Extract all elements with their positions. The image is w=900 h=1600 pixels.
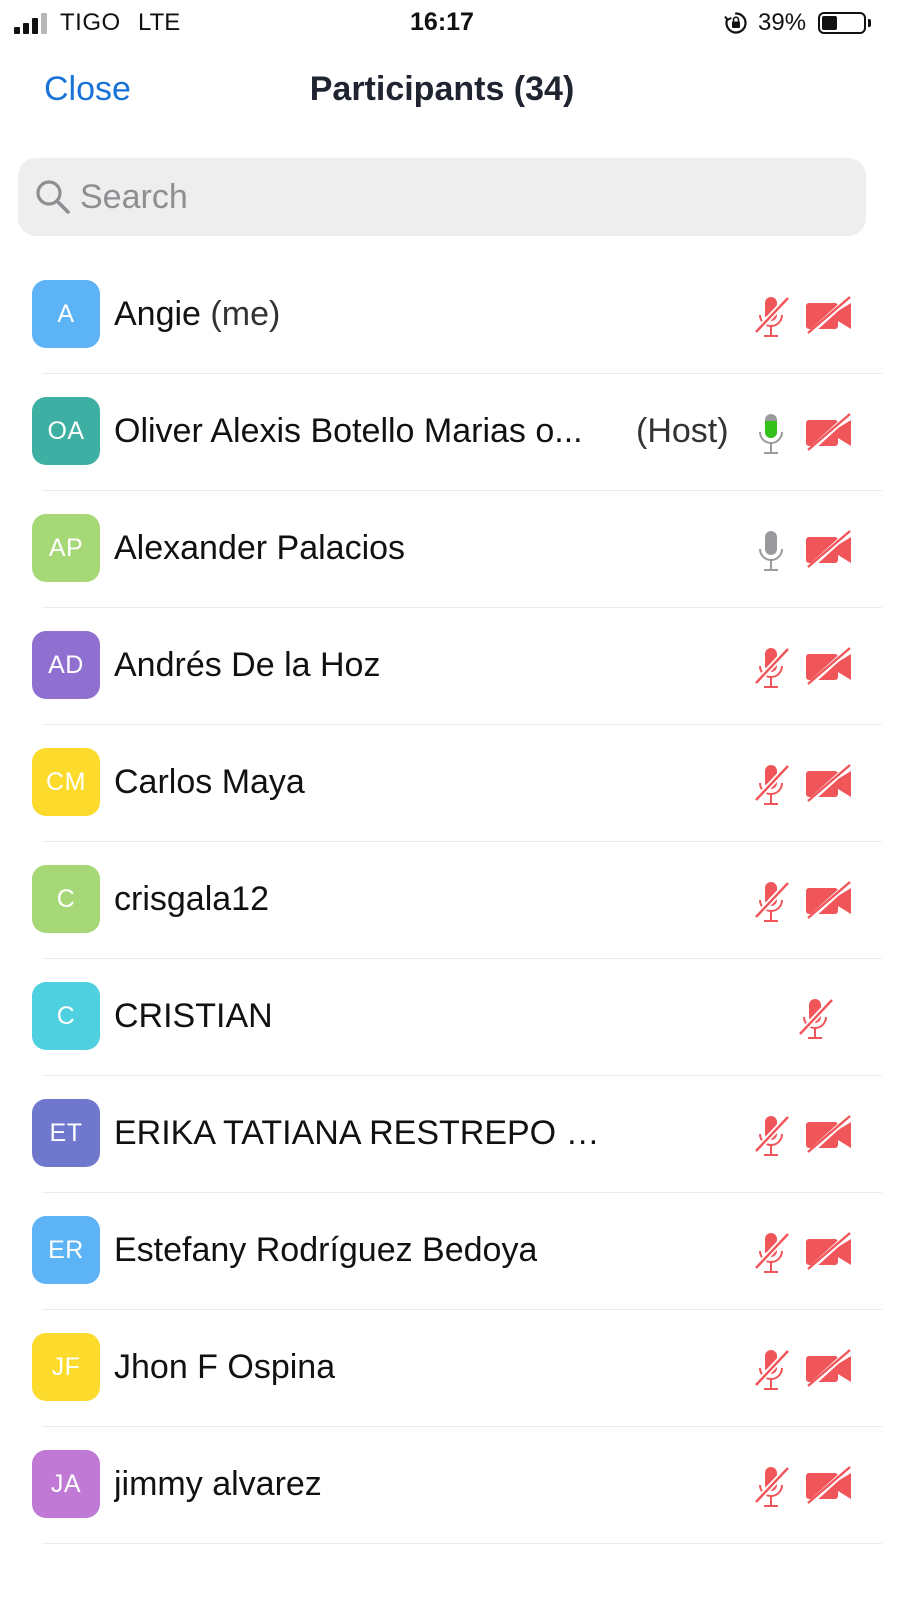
status-bar: TIGO LTE 16:17 39% [0, 0, 900, 48]
participant-row[interactable]: AD Andrés De la Hoz [0, 608, 900, 725]
avatar: AP [32, 514, 100, 582]
microphone-icon[interactable] [752, 410, 792, 458]
participant-row[interactable]: C CRISTIAN [0, 959, 900, 1076]
video-off-icon[interactable] [804, 295, 854, 337]
avatar: ER [32, 1216, 100, 1284]
battery-tip [868, 19, 871, 27]
participant-name: Angie (me) [114, 295, 280, 334]
search-icon [36, 180, 70, 214]
avatar: ET [32, 1099, 100, 1167]
clock: 16:17 [410, 8, 474, 36]
participant-name: ERIKA TATIANA RESTREPO PINO [114, 1114, 614, 1153]
participant-row[interactable]: OA Oliver Alexis Botello Marias o... (Host… [0, 374, 900, 491]
participant-self-label: (me) [210, 295, 281, 333]
avatar: C [32, 982, 100, 1050]
participant-name-text: Angie [114, 295, 201, 333]
participant-row[interactable]: A Angie (me) [0, 257, 900, 374]
microphone-muted-icon[interactable] [752, 878, 792, 926]
participant-name: CRISTIAN [114, 997, 273, 1036]
participant-name-text: CRISTIAN [114, 997, 273, 1035]
microphone-muted-icon[interactable] [752, 1112, 792, 1160]
participant-name-text: Estefany Rodríguez Bedoya [114, 1231, 538, 1269]
navigation-bar: Close Participants (34) [0, 56, 900, 126]
participant-name: crisgala12 [114, 880, 269, 919]
participant-name-text: crisgala12 [114, 880, 269, 918]
search-input[interactable] [80, 174, 840, 220]
participant-name: Carlos Maya [114, 763, 305, 802]
avatar: JF [32, 1333, 100, 1401]
participant-name-text: Jhon F Ospina [114, 1348, 336, 1386]
participant-row[interactable]: JF Jhon F Ospina [0, 1310, 900, 1427]
participant-name: Alexander Palacios [114, 529, 405, 568]
video-off-icon[interactable] [804, 646, 854, 688]
participant-name-text: Alexander Palacios [114, 529, 406, 567]
avatar: JA [32, 1450, 100, 1518]
participant-row[interactable]: ET ERIKA TATIANA RESTREPO PINO [0, 1076, 900, 1193]
participant-name: Jhon F Ospina [114, 1348, 335, 1387]
microphone-muted-icon[interactable] [752, 1463, 792, 1511]
page-title: Participants (34) [309, 70, 575, 108]
participant-row[interactable]: CM Carlos Maya [0, 725, 900, 842]
battery-icon [818, 12, 866, 34]
participant-row[interactable]: Ccrisgala12 [0, 842, 900, 959]
participant-name-text: ERIKA TATIANA RESTREPO PINO [114, 1114, 614, 1152]
microphone-muted-icon[interactable] [796, 995, 836, 1043]
video-off-icon[interactable] [804, 763, 854, 805]
avatar: OA [32, 397, 100, 465]
battery-percentage: 39% [758, 9, 807, 36]
video-off-icon[interactable] [804, 1231, 854, 1273]
video-off-icon[interactable] [804, 1348, 854, 1390]
participant-name-text: jimmy alvarez [114, 1465, 322, 1503]
microphone-muted-icon[interactable] [752, 1229, 792, 1277]
avatar: C [32, 865, 100, 933]
participant-name: jimmy alvarez [114, 1465, 322, 1504]
microphone-muted-icon[interactable] [752, 293, 792, 341]
participant-name-text: Oliver Alexis Botello Marias o... [114, 412, 583, 450]
participant-name-text: Andrés De la Hoz [114, 646, 381, 684]
participant-name: Oliver Alexis Botello Marias o... [114, 412, 583, 451]
video-off-icon[interactable] [804, 1465, 854, 1507]
avatar: A [32, 280, 100, 348]
participant-row[interactable]: AP Alexander Palacios [0, 491, 900, 608]
microphone-muted-icon[interactable] [752, 644, 792, 692]
participant-name: Estefany Rodríguez Bedoya [114, 1231, 537, 1270]
participant-row[interactable]: JA jimmy alvarez [0, 1427, 900, 1544]
avatar: CM [32, 748, 100, 816]
video-off-icon[interactable] [804, 1114, 854, 1156]
microphone-muted-icon[interactable] [752, 761, 792, 809]
video-off-icon[interactable] [804, 529, 854, 571]
search-bar[interactable] [18, 158, 866, 236]
video-off-icon[interactable] [804, 412, 854, 454]
microphone-muted-icon[interactable] [752, 1346, 792, 1394]
participant-name: Andrés De la Hoz [114, 646, 380, 685]
microphone-icon[interactable] [752, 527, 792, 575]
video-off-icon[interactable] [804, 880, 854, 922]
participant-list: A Angie (me) OA Oliver Alexis Botello Maria… [0, 257, 900, 1544]
participant-name-text: Carlos Maya [114, 763, 305, 801]
avatar: AD [32, 631, 100, 699]
participant-row[interactable]: ER Estefany Rodríguez Bedoya [0, 1193, 900, 1310]
orientation-lock-icon [724, 12, 747, 34]
host-label: (Host) [636, 412, 729, 450]
